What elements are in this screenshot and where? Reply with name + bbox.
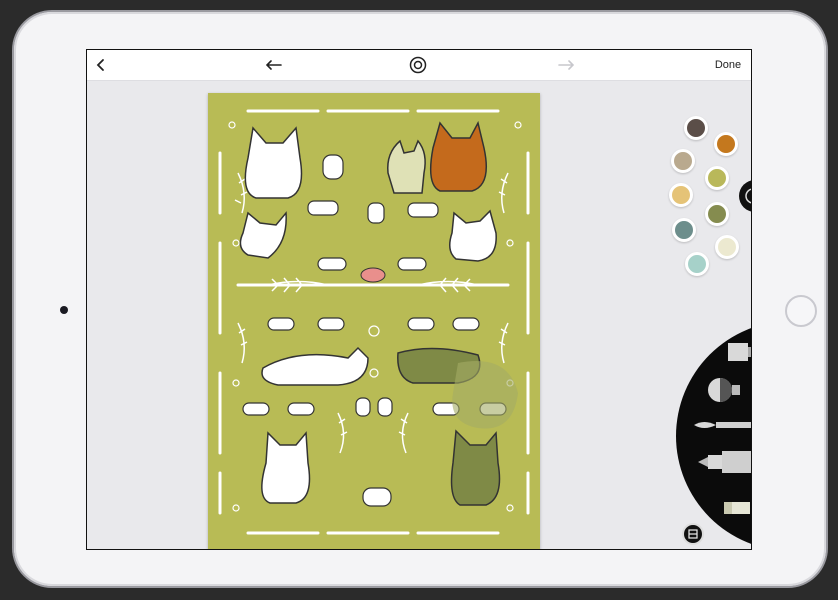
marker-tool-icon[interactable]: [722, 339, 752, 365]
size-dial[interactable]: [739, 180, 751, 212]
ink-pot-tool-icon[interactable]: [706, 375, 742, 405]
chevron-left-icon: [96, 59, 104, 71]
pen-tool-icon[interactable]: [698, 447, 752, 477]
back-button[interactable]: [93, 54, 109, 76]
app-screen: Done: [86, 49, 752, 550]
cat-pattern-artwork: [208, 93, 540, 549]
done-button[interactable]: Done: [713, 54, 743, 76]
circle-target-icon: [409, 56, 427, 74]
color-swatch-sand[interactable]: [669, 183, 693, 207]
brush-tool-icon[interactable]: [694, 417, 752, 433]
tool-wheel: [676, 321, 752, 549]
color-swatch-teal[interactable]: [672, 218, 696, 242]
redo-button[interactable]: [555, 54, 577, 76]
layers-button[interactable]: [682, 523, 704, 545]
color-swatch-cream[interactable]: [715, 235, 739, 259]
eraser-tool-icon[interactable]: [722, 499, 752, 517]
undo-button[interactable]: [263, 54, 285, 76]
color-swatch-olive-light[interactable]: [705, 166, 729, 190]
done-label: Done: [714, 59, 742, 71]
color-swatch-olive-dark[interactable]: [705, 202, 729, 226]
color-swatch-tan[interactable]: [671, 149, 695, 173]
color-swatch-mint[interactable]: [685, 252, 709, 276]
drawing-canvas[interactable]: [208, 93, 540, 549]
dial-icon: [745, 188, 751, 204]
color-swatch-dark-brown[interactable]: [684, 116, 708, 140]
layers-icon: [688, 529, 698, 539]
home-button[interactable]: [785, 295, 817, 327]
undo-arrow-icon: [266, 60, 282, 70]
top-toolbar: Done: [87, 50, 751, 81]
center-button[interactable]: [407, 54, 429, 76]
redo-arrow-icon: [558, 60, 574, 70]
color-swatch-orange[interactable]: [714, 132, 738, 156]
front-camera: [60, 306, 68, 314]
